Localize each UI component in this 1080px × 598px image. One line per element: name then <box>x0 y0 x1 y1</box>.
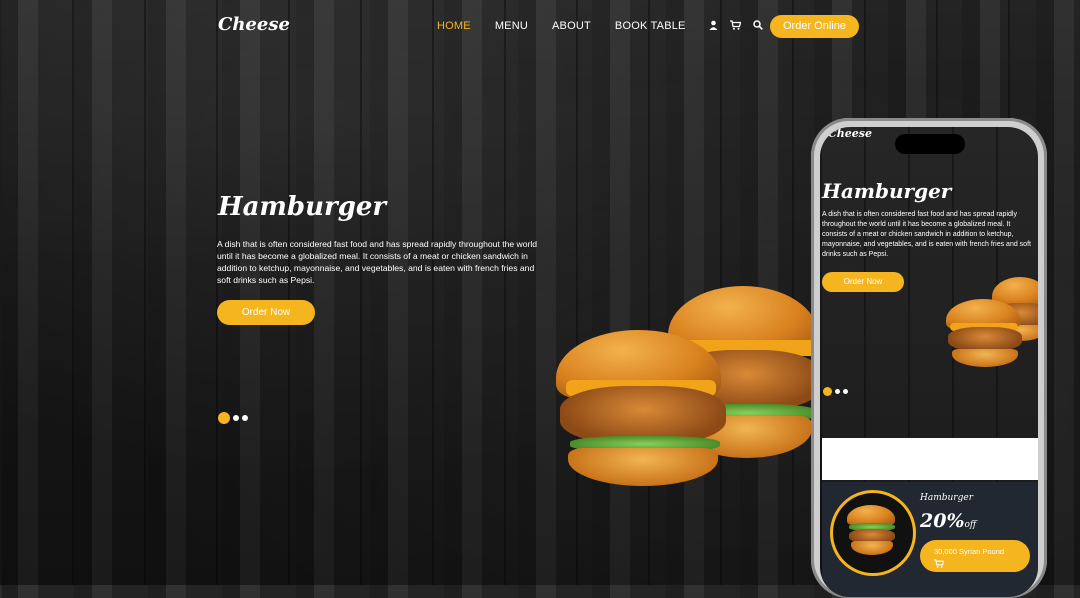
carousel-dot-3[interactable] <box>242 415 248 421</box>
phone-carousel-dot-2[interactable] <box>835 389 840 394</box>
phone-offer-card: Hamburger 20%off 30,000 Syrian Pound <box>822 482 1038 597</box>
phone-logo: Cheese <box>828 127 872 140</box>
navbar: Cheese HOME MENU ABOUT BOOK TABLE Order … <box>0 0 1080 52</box>
phone-hero-description: A dish that is often considered fast foo… <box>822 211 1031 258</box>
phone-burger-image-front <box>946 299 1026 371</box>
offer-price-button[interactable]: 30,000 Syrian Pound <box>920 540 1030 572</box>
carousel-dot-2[interactable] <box>233 415 239 421</box>
nav-book-table[interactable]: BOOK TABLE <box>615 20 686 32</box>
user-icon[interactable] <box>709 20 718 33</box>
nav-icons <box>709 20 763 33</box>
phone-notch <box>895 134 965 154</box>
phone-carousel-dot-1[interactable] <box>823 387 832 396</box>
burger-image-front <box>556 330 736 490</box>
cart-icon[interactable] <box>730 20 742 33</box>
nav-home[interactable]: HOME <box>437 20 471 32</box>
carousel-indicators <box>218 412 248 424</box>
phone-order-now-button[interactable]: Order Now <box>822 272 904 292</box>
offer-price: 30,000 Syrian Pound <box>934 547 1005 556</box>
offer-discount: 20%off <box>920 510 976 532</box>
offer-title: Hamburger <box>920 493 973 503</box>
hero-title: Hamburger <box>218 192 387 222</box>
phone-screen: Cheese Hamburger A dish that is often co… <box>820 127 1038 597</box>
phone-blank-section <box>822 438 1038 480</box>
order-online-button[interactable]: Order Online <box>770 15 859 38</box>
nav-about[interactable]: ABOUT <box>552 20 591 32</box>
phone-hero-title: Hamburger <box>822 179 952 203</box>
logo[interactable]: Cheese <box>218 14 290 35</box>
search-icon[interactable] <box>753 20 763 33</box>
order-now-button[interactable]: Order Now <box>217 300 315 325</box>
cart-icon <box>934 559 1030 571</box>
phone-carousel-indicators <box>823 387 848 396</box>
nav-menu: HOME MENU ABOUT BOOK TABLE <box>437 20 686 32</box>
phone-carousel-dot-3[interactable] <box>843 389 848 394</box>
offer-burger-image <box>830 490 916 576</box>
carousel-dot-1[interactable] <box>218 412 230 424</box>
hero-description: A dish that is often considered fast foo… <box>217 239 538 285</box>
offer-discount-value: 20% <box>920 510 965 532</box>
phone-mockup: Cheese Hamburger A dish that is often co… <box>811 118 1047 598</box>
nav-menu-link[interactable]: MENU <box>495 20 528 32</box>
offer-off-label: off <box>964 520 977 530</box>
